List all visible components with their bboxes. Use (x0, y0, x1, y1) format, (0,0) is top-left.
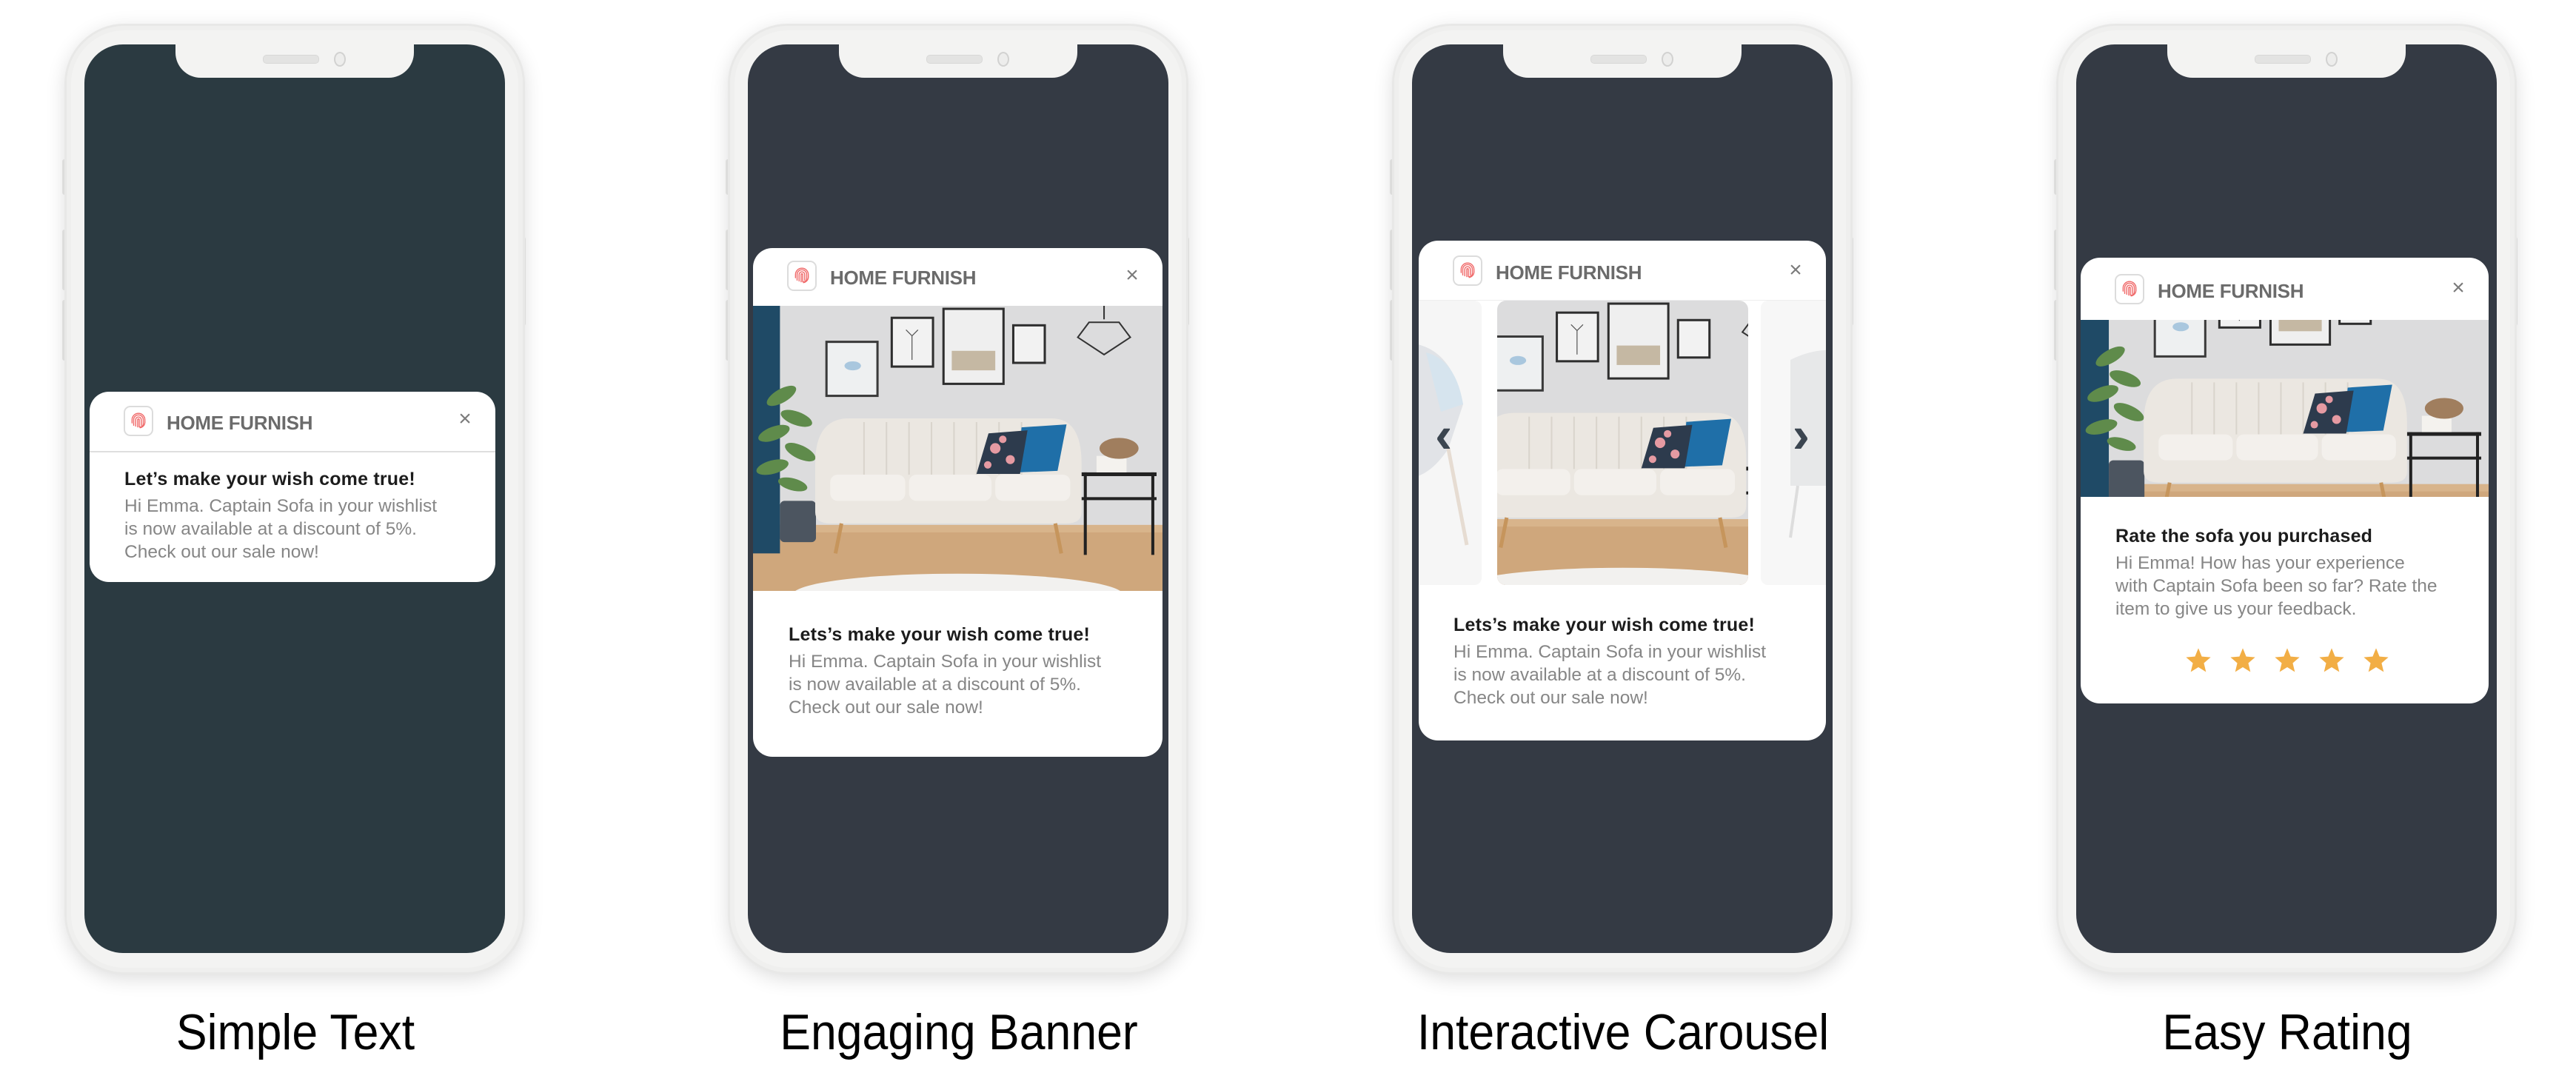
chevron-left-icon[interactable]: ‹ (1435, 409, 1452, 461)
notification-card[interactable]: HOME FURNISH × Lets’s make your wish com… (753, 248, 1162, 757)
star-icon[interactable] (2184, 646, 2212, 675)
close-icon[interactable]: × (454, 408, 476, 430)
notification-title: Lets’s make your wish come true! (789, 624, 1090, 645)
brand-name: HOME FURNISH (830, 267, 977, 289)
star-icon[interactable] (2229, 646, 2257, 675)
fingerprint-icon (792, 267, 812, 286)
app-icon (787, 261, 817, 291)
close-icon[interactable]: × (2447, 277, 2469, 299)
speaker-grille (1590, 55, 1647, 64)
star-rating[interactable] (2184, 646, 2390, 675)
notch (175, 44, 414, 78)
card-header: HOME FURNISH × (753, 248, 1162, 306)
star-icon[interactable] (2362, 646, 2390, 675)
star-icon[interactable] (2273, 646, 2301, 675)
notification-body: Hi Emma. Captain Sofa in your wishlist i… (1453, 642, 1767, 708)
phone-simple-text: HOME FURNISH × Let’s make your wish come… (62, 0, 551, 1060)
speaker-grille (2255, 55, 2311, 64)
notch (839, 44, 1077, 78)
carousel: ‹ › (1419, 301, 1826, 585)
card-content: Lets’s make your wish come true! Hi Emma… (789, 624, 1140, 719)
notification-card[interactable]: HOME FURNISH × ‹ › Lets’s make your wish… (1419, 241, 1826, 740)
caption: Engaging Banner (780, 1004, 1138, 1060)
notification-card[interactable]: HOME FURNISH × Rate the sofa you purchas… (2081, 258, 2489, 703)
living-room-sofa-photo (1497, 301, 1748, 585)
carousel-slide-active[interactable] (1497, 301, 1748, 585)
phone-easy-rating: HOME FURNISH × Rate the sofa you purchas… (2054, 0, 2543, 1060)
fingerprint-icon (2120, 280, 2139, 299)
notch (1503, 44, 1742, 78)
rating-title: Rate the sofa you purchased (2115, 526, 2373, 546)
caption: Interactive Carousel (1416, 1004, 1830, 1060)
card-content: Rate the sofa you purchased Hi Emma! How… (2115, 526, 2469, 621)
notification-title: Let’s make your wish come true! (124, 469, 415, 489)
close-icon[interactable]: × (1784, 259, 1807, 281)
speaker-grille (926, 55, 983, 64)
front-camera (2326, 52, 2338, 67)
front-camera (334, 52, 346, 67)
app-icon (1453, 255, 1482, 286)
card-header: HOME FURNISH × (1419, 241, 1826, 301)
fingerprint-icon (1458, 261, 1477, 281)
brand-name: HOME FURNISH (1496, 261, 1642, 284)
phone-screen: HOME FURNISH × ‹ › Lets’s make your wish… (1412, 44, 1833, 953)
rating-body: Hi Emma! How has your experience with Ca… (2115, 553, 2438, 619)
living-room-sofa-photo (753, 306, 1162, 591)
phone-screen: HOME FURNISH × Lets’s make your wish com… (748, 44, 1168, 953)
phone-screen: HOME FURNISH × Rate the sofa you purchas… (2076, 44, 2497, 953)
phone-engaging-banner: HOME FURNISH × Lets’s make your wish com… (726, 0, 1214, 1060)
brand-name: HOME FURNISH (2158, 280, 2304, 302)
front-camera (997, 52, 1009, 67)
card-header: HOME FURNISH × (2081, 258, 2489, 320)
notification-body: Hi Emma. Captain Sofa in your wishlist i… (789, 652, 1102, 718)
card-content: Lets’s make your wish come true! Hi Emma… (1453, 615, 1804, 709)
speaker-grille (263, 55, 319, 64)
notch (2167, 44, 2406, 78)
header-divider (90, 451, 495, 452)
front-camera (1662, 52, 1673, 67)
card-header: HOME FURNISH × (90, 392, 495, 452)
caption: Easy Rating (2162, 1004, 2412, 1060)
star-icon[interactable] (2318, 646, 2346, 675)
app-icon (2115, 274, 2144, 304)
caption: Simple Text (175, 1004, 415, 1060)
banner-image[interactable] (753, 306, 1162, 591)
living-room-sofa-photo (2081, 320, 2489, 497)
phone-screen: HOME FURNISH × Let’s make your wish come… (84, 44, 505, 953)
close-icon[interactable]: × (1121, 264, 1143, 287)
app-icon (124, 406, 153, 436)
notification-card[interactable]: HOME FURNISH × Let’s make your wish come… (90, 392, 495, 582)
brand-name: HOME FURNISH (167, 412, 313, 434)
chevron-right-icon[interactable]: › (1793, 409, 1810, 461)
banner-image[interactable] (2081, 320, 2489, 497)
phone-interactive-carousel: HOME FURNISH × ‹ › Lets’s make your wish… (1390, 0, 1879, 1060)
card-content: Let’s make your wish come true! Hi Emma.… (124, 469, 473, 564)
notification-title: Lets’s make your wish come true! (1453, 615, 1755, 635)
fingerprint-icon (129, 412, 148, 431)
notification-body: Hi Emma. Captain Sofa in your wishlist i… (124, 496, 438, 562)
